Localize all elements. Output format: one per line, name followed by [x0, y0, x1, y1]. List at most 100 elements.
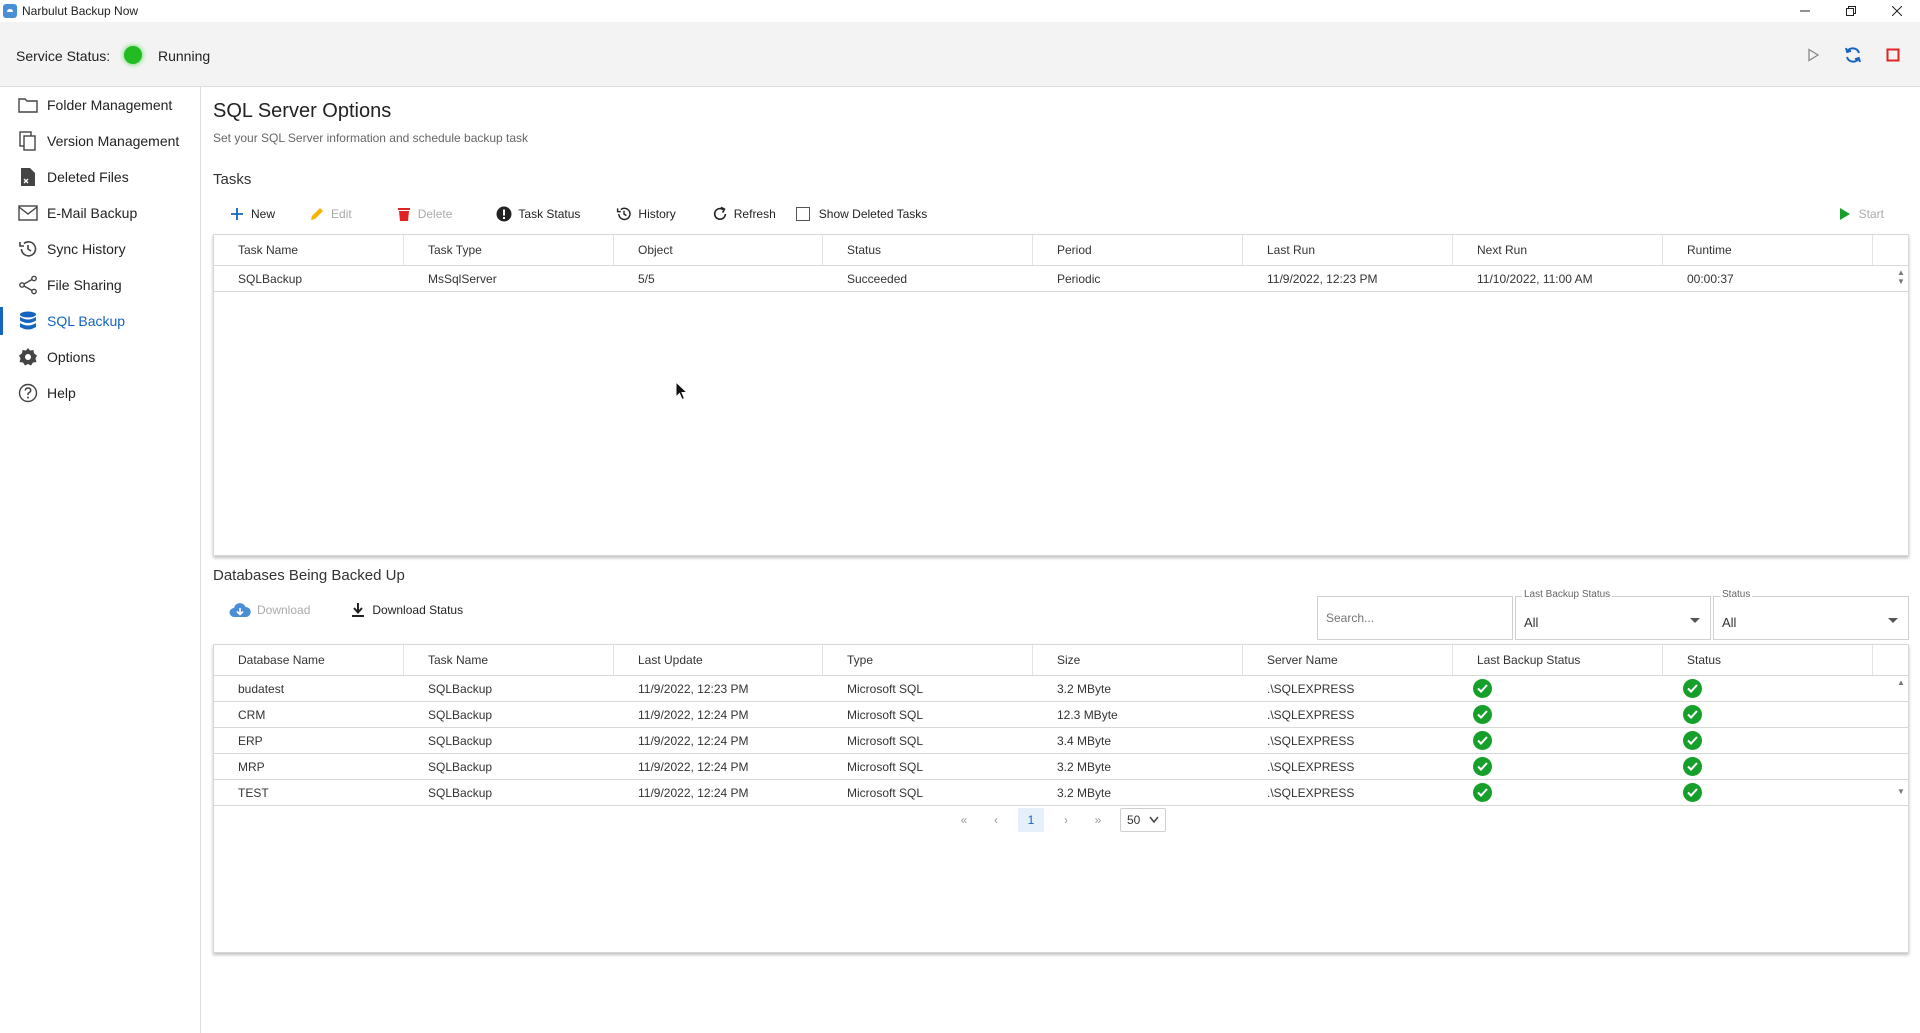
current-page[interactable]: 1 — [1018, 808, 1044, 832]
cell-last-backup-status — [1453, 676, 1663, 701]
prev-page-icon[interactable]: ‹ — [986, 809, 1006, 831]
column-header[interactable]: Task Name — [404, 645, 614, 675]
restart-icon[interactable] — [1842, 44, 1864, 66]
check-circle-icon — [1473, 757, 1492, 776]
sidebar-item-version-management[interactable]: Version Management — [0, 123, 200, 159]
last-page-icon[interactable]: » — [1088, 809, 1108, 831]
last-backup-status-select[interactable]: Last Backup Status All — [1515, 589, 1711, 640]
new-task-button[interactable]: New — [213, 201, 285, 227]
column-header[interactable]: Task Name — [214, 235, 404, 265]
cell-status — [1663, 780, 1873, 805]
next-page-icon[interactable]: › — [1056, 809, 1076, 831]
service-status-indicator — [124, 46, 142, 64]
tasks-table-header: Task Name Task Type Object Status Period… — [214, 235, 1908, 266]
app-logo-icon — [3, 4, 17, 18]
show-deleted-checkbox[interactable] — [795, 207, 810, 221]
cell-size: 3.2 MByte — [1057, 759, 1112, 774]
cell-size: 3.2 MByte — [1057, 785, 1112, 800]
trash-icon — [396, 206, 412, 222]
column-header[interactable]: Next Run — [1453, 235, 1663, 265]
sidebar-item-folder-management[interactable]: Folder Management — [0, 87, 200, 123]
download-status-label: Download Status — [372, 603, 464, 617]
sidebar-item-file-sharing[interactable]: File Sharing — [0, 267, 200, 303]
sidebar-item-label: Deleted Files — [47, 169, 129, 185]
sidebar-item-help[interactable]: Help — [0, 375, 200, 411]
page-size-select[interactable]: 50 — [1120, 808, 1166, 832]
table-row[interactable]: MRP SQLBackup 11/9/2022, 12:24 PM Microsoft… — [214, 754, 1908, 780]
column-header[interactable]: Last Backup Status — [1453, 645, 1663, 675]
column-header[interactable]: Size — [1033, 645, 1243, 675]
share-icon — [18, 275, 38, 295]
service-status-label: Service Status: — [16, 48, 111, 64]
tasks-scrollbar[interactable]: ▲ ▼ — [1896, 268, 1906, 286]
stop-icon[interactable] — [1882, 44, 1904, 66]
first-page-icon[interactable]: « — [954, 809, 974, 831]
cell-task-name: SQLBackup — [428, 707, 493, 722]
table-row[interactable]: TEST SQLBackup 11/9/2022, 12:24 PM Microsof… — [214, 780, 1908, 806]
cell-last-update: 11/9/2022, 12:24 PM — [638, 785, 749, 800]
plus-icon — [229, 206, 245, 222]
cell-task-name: SQLBackup — [428, 785, 493, 800]
column-header[interactable]: Server Name — [1243, 645, 1453, 675]
history-icon — [616, 206, 632, 222]
column-header[interactable]: Object — [614, 235, 823, 265]
column-header[interactable]: Status — [1663, 645, 1873, 675]
sidebar-item-sql-backup[interactable]: SQL Backup — [0, 303, 200, 339]
databases-toolbar: Download Download Status — [213, 597, 1213, 623]
tasks-table: Task Name Task Type Object Status Period… — [213, 234, 1909, 556]
history-label: History — [638, 207, 676, 221]
cell-type: Microsoft SQL — [847, 681, 924, 696]
column-header[interactable]: Database Name — [214, 645, 404, 675]
table-row[interactable]: SQLBackup MsSqlServer 5/5 Succeeded Peri… — [214, 266, 1908, 292]
column-header[interactable]: Period — [1033, 235, 1243, 265]
start-task-button[interactable]: Start — [1827, 201, 1894, 227]
sidebar-item-options[interactable]: Options — [0, 339, 200, 375]
sidebar-item-sync-history[interactable]: Sync History — [0, 231, 200, 267]
database-icon — [18, 311, 38, 331]
search-input[interactable] — [1317, 596, 1513, 640]
refresh-button[interactable]: Refresh — [702, 201, 786, 227]
column-header[interactable]: Status — [823, 235, 1033, 265]
cell-object: 5/5 — [638, 271, 655, 286]
play-icon[interactable] — [1802, 44, 1824, 66]
column-header[interactable]: Task Type — [404, 235, 614, 265]
delete-task-button[interactable]: Delete — [386, 201, 463, 227]
cell-last-update: 11/9/2022, 12:24 PM — [638, 707, 749, 722]
sidebar-item-email-backup[interactable]: E-Mail Backup — [0, 195, 200, 231]
refresh-icon — [712, 206, 728, 222]
history-button[interactable]: History — [606, 201, 685, 227]
scroll-up-icon[interactable]: ▲ — [1897, 678, 1905, 687]
check-circle-icon — [1473, 679, 1492, 698]
column-header[interactable]: Runtime — [1663, 235, 1873, 265]
last-backup-status-value: All — [1524, 615, 1539, 630]
status-select[interactable]: Status All — [1713, 589, 1909, 640]
show-deleted-tasks-toggle[interactable]: Show Deleted Tasks — [786, 201, 938, 227]
restore-icon[interactable] — [1828, 0, 1874, 22]
status-filter-label: Status — [1720, 589, 1753, 600]
table-row[interactable]: budatest SQLBackup 11/9/2022, 12:23 PM Micr… — [214, 676, 1908, 702]
chevron-down-icon — [1888, 612, 1898, 630]
scroll-down-icon[interactable]: ▼ — [1897, 787, 1905, 796]
column-header[interactable]: Last Update — [614, 645, 823, 675]
check-circle-icon — [1473, 783, 1492, 802]
task-status-label: Task Status — [518, 207, 581, 221]
task-status-button[interactable]: Task Status — [486, 201, 590, 227]
column-header[interactable]: Type — [823, 645, 1033, 675]
column-header[interactable]: Last Run — [1243, 235, 1453, 265]
table-row[interactable]: CRM SQLBackup 11/9/2022, 12:24 PM Microsoft… — [214, 702, 1908, 728]
sidebar-item-label: E-Mail Backup — [47, 205, 138, 221]
cell-type: Microsoft SQL — [847, 785, 924, 800]
table-row[interactable]: ERP SQLBackup 11/9/2022, 12:24 PM Microsoft… — [214, 728, 1908, 754]
minimize-icon[interactable] — [1782, 0, 1828, 22]
download-status-button[interactable]: Download Status — [340, 597, 473, 623]
sidebar-item-deleted-files[interactable]: Deleted Files — [0, 159, 200, 195]
cell-last-backup-status — [1453, 702, 1663, 727]
last-backup-status-label: Last Backup Status — [1522, 589, 1613, 600]
download-button[interactable]: Download — [213, 597, 320, 623]
edit-task-button[interactable]: Edit — [299, 201, 362, 227]
scroll-up-icon[interactable]: ▲ — [1897, 268, 1905, 277]
databases-scrollbar[interactable]: ▲ ▼ — [1896, 678, 1906, 796]
scroll-down-icon[interactable]: ▼ — [1897, 277, 1905, 286]
close-icon[interactable] — [1874, 0, 1920, 22]
chevron-down-icon — [1149, 813, 1159, 827]
